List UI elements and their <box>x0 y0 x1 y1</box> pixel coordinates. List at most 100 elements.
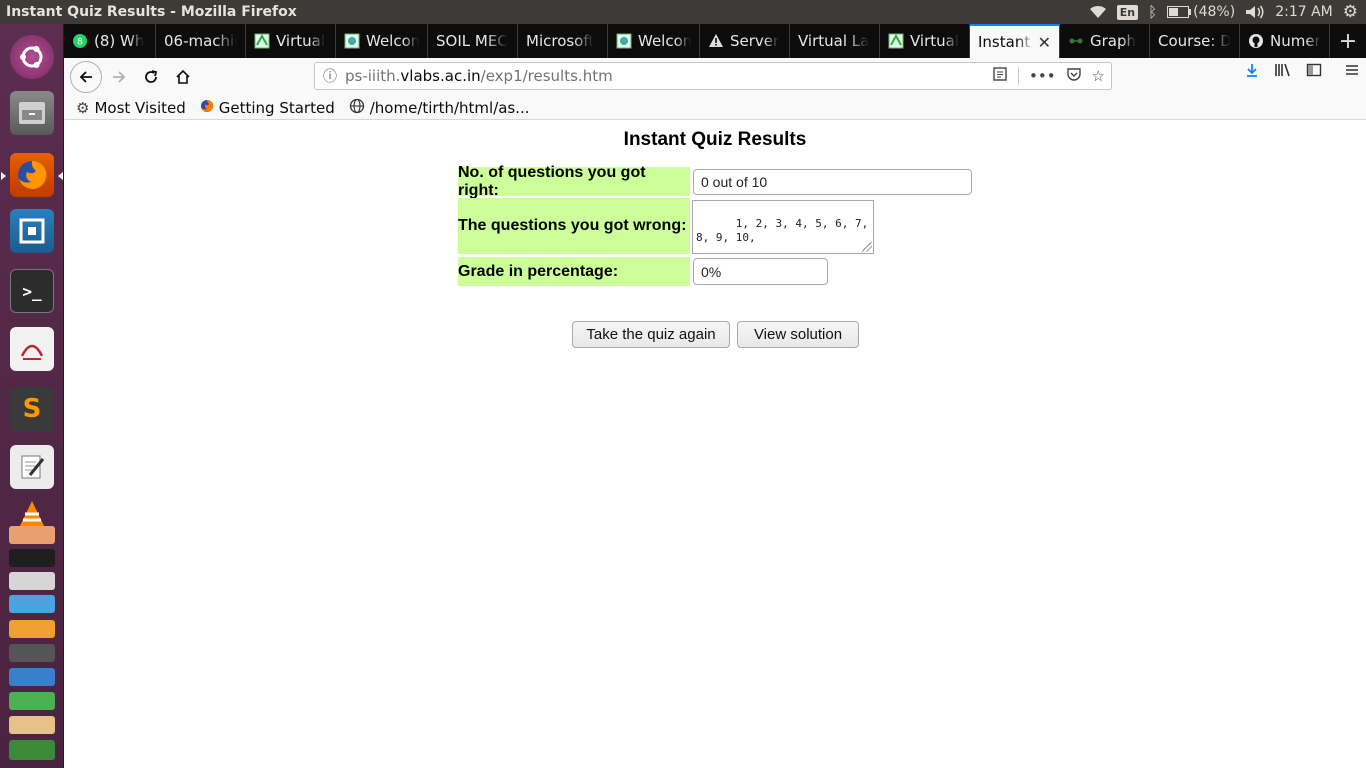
clock[interactable]: 2:17 AM <box>1275 4 1333 20</box>
navigation-toolbar: ⓘ ps-iiith. vlabs.ac.in/exp1/results.htm … <box>64 58 1366 96</box>
wifi-icon[interactable] <box>1089 5 1107 19</box>
vlabs-icon <box>254 33 270 49</box>
warning-icon <box>708 33 724 49</box>
running-indicator <box>1 172 6 180</box>
right-count-field[interactable]: 0 out of 10 <box>693 169 972 195</box>
files-app-icon[interactable] <box>7 88 57 138</box>
firefox-launcher-icon[interactable] <box>7 150 57 200</box>
resize-grip-icon[interactable] <box>862 242 872 252</box>
software-center-icon[interactable] <box>7 206 57 256</box>
close-tab-icon[interactable]: ✕ <box>1038 33 1051 52</box>
library-icon[interactable] <box>1274 62 1292 82</box>
site-info-icon[interactable]: ⓘ <box>315 66 345 86</box>
bookmarks-toolbar: ⚙ Most Visited Getting Started /home/tir… <box>64 96 1366 120</box>
tab[interactable]: Numer <box>1240 24 1330 58</box>
new-tab-button[interactable]: + <box>1330 24 1366 58</box>
home-button[interactable] <box>168 62 198 92</box>
stacked-app-icon[interactable] <box>9 644 55 662</box>
system-tray: En ᛒ (48%) 2:17 AM ⚙ <box>1089 2 1366 22</box>
url-prefix: ps-iiith. <box>345 67 401 85</box>
battery-icon[interactable] <box>1167 6 1192 18</box>
tab[interactable]: Course: D <box>1150 24 1240 58</box>
result-row-grade: Grade in percentage: <box>458 257 690 286</box>
tab[interactable]: SOIL MEC <box>428 24 518 58</box>
tab[interactable]: 06-machin <box>156 24 246 58</box>
tab[interactable]: Virtual <box>246 24 336 58</box>
text-editor-icon[interactable] <box>7 442 57 492</box>
downloads-icon[interactable] <box>1244 62 1260 82</box>
wrong-questions-label: The questions you got wrong: <box>458 198 690 254</box>
vlabs-icon <box>888 33 904 49</box>
volume-icon[interactable] <box>1245 5 1265 19</box>
bookmark-most-visited[interactable]: ⚙ Most Visited <box>76 99 186 117</box>
svg-text:8: 8 <box>77 38 83 48</box>
page-actions-icon[interactable]: ••• <box>1029 67 1056 85</box>
grade-label: Grade in percentage: <box>458 257 690 286</box>
tab[interactable]: Microsoft <box>518 24 608 58</box>
bookmark-star-icon[interactable]: ☆ <box>1092 67 1105 85</box>
browser-tab-bar: 8 (8) Wh 06-machin Virtual Welcom SOIL M… <box>64 24 1366 58</box>
stacked-app-icon[interactable] <box>9 692 55 710</box>
system-top-panel: Instant Quiz Results - Mozilla Firefox E… <box>0 0 1366 24</box>
unity-launcher: >_ S <box>0 24 64 768</box>
url-actions: ••• ☆ <box>992 66 1105 86</box>
gear-icon: ⚙ <box>76 98 90 117</box>
sidebar-icon[interactable] <box>1306 62 1322 82</box>
forward-button[interactable] <box>104 62 134 92</box>
bookmark-getting-started[interactable]: Getting Started <box>200 99 335 117</box>
terminal-icon[interactable]: >_ <box>7 266 57 316</box>
vlabs-icon <box>616 33 632 49</box>
pocket-icon[interactable] <box>1066 66 1082 86</box>
toolbar-right <box>1244 62 1360 82</box>
stacked-app-icon[interactable] <box>9 526 55 544</box>
bluetooth-icon[interactable]: ᛒ <box>1148 3 1157 21</box>
tab[interactable]: 8 (8) Wh <box>64 24 156 58</box>
stacked-app-icon[interactable] <box>9 620 55 638</box>
window-title: Instant Quiz Results - Mozilla Firefox <box>6 4 297 20</box>
tab[interactable]: Welcom <box>336 24 428 58</box>
battery-percentage: (48%) <box>1193 4 1236 20</box>
document-viewer-icon[interactable] <box>7 324 57 374</box>
right-count-label: No. of questions you got right: <box>458 164 690 199</box>
stacked-app-icon[interactable] <box>9 716 55 734</box>
stacked-app-icon[interactable] <box>9 549 55 567</box>
github-icon <box>1248 33 1264 49</box>
menu-hamburger-icon[interactable] <box>1344 62 1360 82</box>
bookmark-local-file[interactable]: /home/tirth/html/as... <box>349 98 530 118</box>
sublime-text-icon[interactable]: S <box>7 384 57 434</box>
focused-indicator <box>58 172 63 180</box>
wrong-questions-textarea[interactable]: 1, 2, 3, 4, 5, 6, 7, 8, 9, 10, <box>692 200 874 254</box>
tab[interactable]: Server <box>700 24 790 58</box>
result-row-right: No. of questions you got right: <box>458 164 690 199</box>
url-divider <box>1018 67 1019 85</box>
tab[interactable]: Virtual <box>880 24 970 58</box>
stacked-app-icon[interactable] <box>9 595 55 613</box>
url-domain: vlabs.ac.in <box>400 67 481 85</box>
tab[interactable]: Virtual La <box>790 24 880 58</box>
address-bar[interactable]: ⓘ ps-iiith. vlabs.ac.in/exp1/results.htm … <box>314 62 1112 90</box>
page-content: Instant Quiz Results No. of questions yo… <box>64 121 1366 768</box>
stacked-app-icon[interactable] <box>9 668 55 686</box>
firefox-icon <box>200 99 214 117</box>
url-path: /exp1/results.htm <box>480 67 613 85</box>
tab[interactable]: Welcom <box>608 24 700 58</box>
grade-field[interactable]: 0% <box>693 258 828 285</box>
stacked-app-icon[interactable] <box>9 740 55 760</box>
tab-active[interactable]: Instant ✕ <box>970 24 1060 58</box>
result-row-wrong: The questions you got wrong: <box>458 198 690 254</box>
graph-icon <box>1068 33 1084 49</box>
keyboard-layout-indicator[interactable]: En <box>1116 4 1139 20</box>
globe-icon <box>349 98 365 118</box>
back-button[interactable] <box>70 61 102 93</box>
page-title: Instant Quiz Results <box>623 129 807 150</box>
ubuntu-dash-icon[interactable] <box>7 32 57 82</box>
vlabs-icon <box>344 33 360 49</box>
retake-quiz-button[interactable]: Take the quiz again <box>572 321 730 348</box>
settings-gear-icon[interactable]: ⚙ <box>1343 2 1358 22</box>
reload-button[interactable] <box>136 62 166 92</box>
stacked-app-icon[interactable] <box>9 572 55 590</box>
reader-view-icon[interactable] <box>992 66 1008 86</box>
tab[interactable]: Graph <box>1060 24 1150 58</box>
whatsapp-icon: 8 <box>72 33 88 49</box>
view-solution-button[interactable]: View solution <box>737 321 859 348</box>
